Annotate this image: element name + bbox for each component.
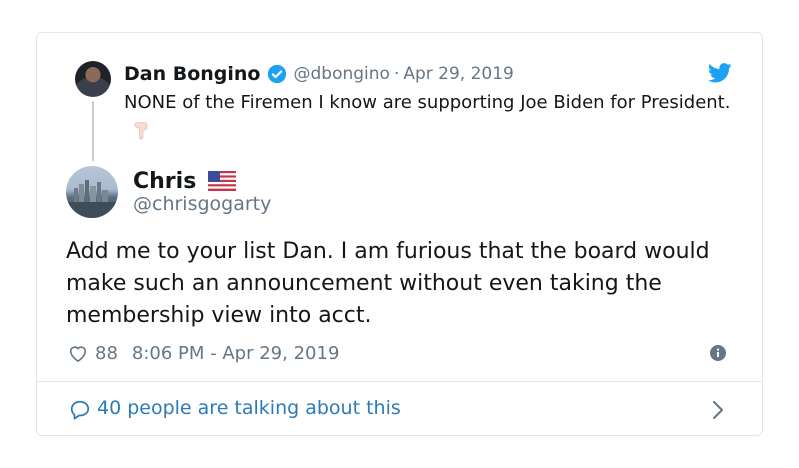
author-handle[interactable]: @chrisgogarty: [133, 193, 271, 215]
tweet-meta-row: 88 8:06 PM - Apr 29, 2019: [67, 341, 339, 365]
parent-author-handle[interactable]: @dbongino: [294, 64, 390, 84]
thread-connector-line: [92, 101, 94, 161]
info-icon[interactable]: [710, 345, 726, 361]
speech-bubble-icon: [70, 400, 90, 420]
parent-tweet-date[interactable]: Apr 29, 2019: [403, 64, 514, 84]
heart-icon[interactable]: [67, 343, 89, 363]
parent-author-avatar[interactable]: [75, 61, 111, 97]
tweet-text: Add me to your list Dan. I am furious th…: [66, 239, 710, 328]
parent-tweet-text: NONE of the Firemen I know are supportin…: [124, 89, 734, 145]
backhand-pointing-down-icon: [134, 122, 148, 140]
parent-tweet-body: NONE of the Firemen I know are supportin…: [124, 92, 731, 113]
header-separator: ·: [393, 64, 400, 84]
author-avatar[interactable]: [66, 166, 118, 218]
verified-badge-icon: [267, 64, 286, 84]
talking-about-label[interactable]: 40 people are talking about this: [97, 397, 401, 419]
city-skyline-icon: [66, 180, 118, 218]
parent-author-name[interactable]: Dan Bongino: [124, 63, 261, 85]
conversation-link[interactable]: 40 people are talking about this: [37, 382, 762, 436]
embedded-tweet-card: Dan Bongino @dbongino · Apr 29, 2019 NON…: [36, 32, 763, 436]
author-name-row: Chris: [133, 166, 237, 196]
tweet-timestamp[interactable]: 8:06 PM - Apr 29, 2019: [132, 343, 339, 364]
us-flag-icon: [208, 171, 237, 191]
chevron-right-icon[interactable]: [712, 400, 724, 420]
twitter-bird-icon[interactable]: [708, 63, 732, 83]
parent-tweet-header: Dan Bongino @dbongino · Apr 29, 2019: [124, 61, 514, 87]
author-name[interactable]: Chris: [133, 169, 196, 194]
like-count[interactable]: 88: [95, 343, 118, 364]
